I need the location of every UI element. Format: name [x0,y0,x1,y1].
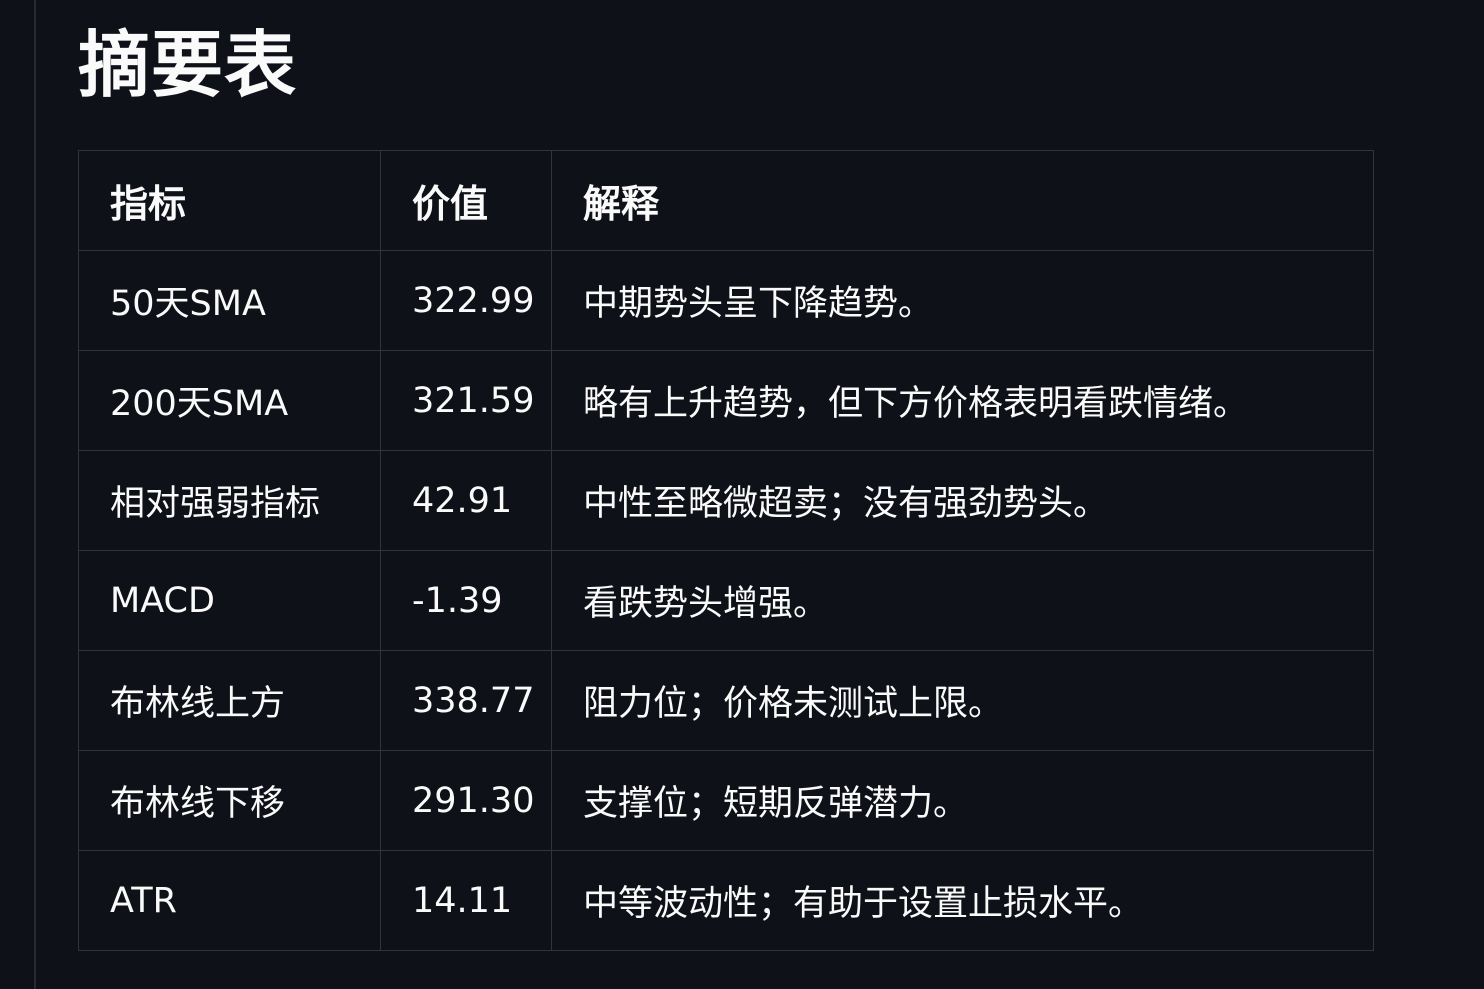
cell-indicator: 200天SMA [78,350,381,451]
table-row: 相对强弱指标 42.91 中性至略微超卖；没有强劲势头。 [78,450,1374,551]
cell-indicator: 相对强弱指标 [78,450,381,551]
cell-indicator: 50天SMA [78,250,381,351]
cell-explanation: 中等波动性；有助于设置止损水平。 [551,850,1374,951]
summary-table-container: 指标 价值 解释 50天SMA 322.99 中期势头呈下降趋势。 200天SM… [78,150,1374,951]
cell-explanation: 中期势头呈下降趋势。 [551,250,1374,351]
cell-indicator: ATR [78,850,381,951]
cell-indicator: 布林线上方 [78,650,381,751]
page-title: 摘要表 [78,23,298,107]
cell-value: 291.30 [380,750,552,851]
header-explanation: 解释 [551,150,1374,251]
cell-explanation: 阻力位；价格未测试上限。 [551,650,1374,751]
cell-value: -1.39 [380,550,552,651]
cell-explanation: 略有上升趋势，但下方价格表明看跌情绪。 [551,350,1374,451]
table-row: 布林线上方 338.77 阻力位；价格未测试上限。 [78,650,1374,751]
table-row: 200天SMA 321.59 略有上升趋势，但下方价格表明看跌情绪。 [78,350,1374,451]
cell-indicator: 布林线下移 [78,750,381,851]
header-value: 价值 [380,150,552,251]
table-row: MACD -1.39 看跌势头增强。 [78,550,1374,651]
cell-value: 322.99 [380,250,552,351]
cell-explanation: 看跌势头增强。 [551,550,1374,651]
table-row: 50天SMA 322.99 中期势头呈下降趋势。 [78,250,1374,351]
left-divider [34,0,36,989]
header-indicator: 指标 [78,150,381,251]
cell-value: 338.77 [380,650,552,751]
cell-explanation: 支撑位；短期反弹潜力。 [551,750,1374,851]
summary-table: 指标 价值 解释 50天SMA 322.99 中期势头呈下降趋势。 200天SM… [78,150,1374,951]
cell-indicator: MACD [78,550,381,651]
table-row: 布林线下移 291.30 支撑位；短期反弹潜力。 [78,750,1374,851]
cell-value: 321.59 [380,350,552,451]
cell-value: 42.91 [380,450,552,551]
cell-value: 14.11 [380,850,552,951]
table-row: ATR 14.11 中等波动性；有助于设置止损水平。 [78,850,1374,951]
table-header-row: 指标 价值 解释 [78,150,1374,251]
cell-explanation: 中性至略微超卖；没有强劲势头。 [551,450,1374,551]
